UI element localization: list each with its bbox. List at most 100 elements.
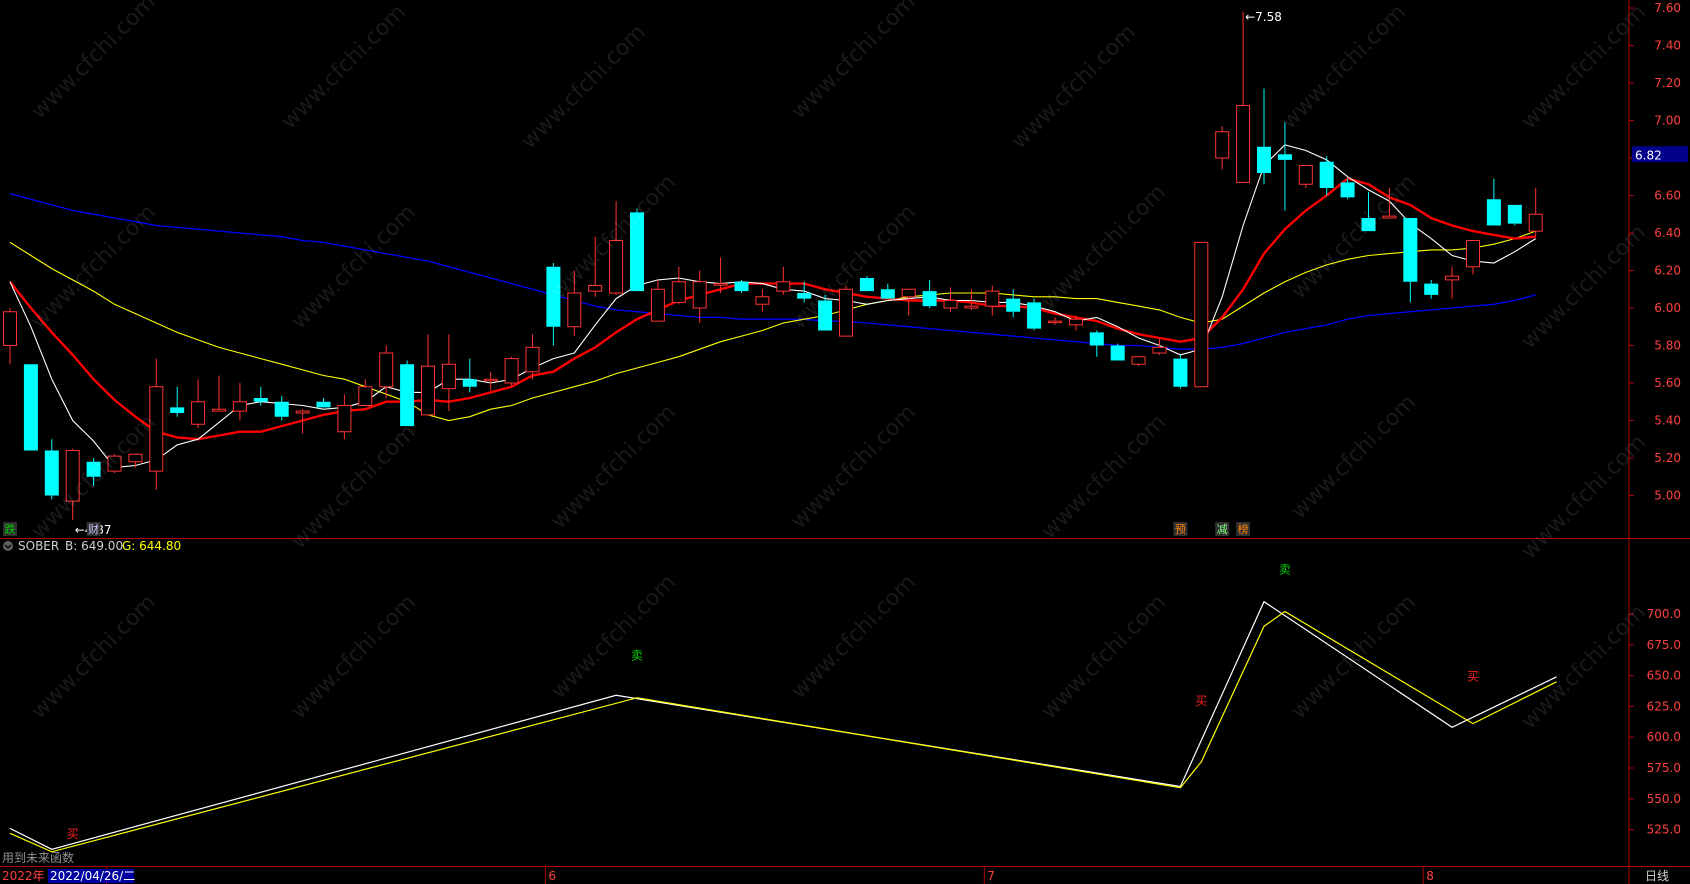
indicator-tick-label: 700.0: [1647, 607, 1681, 621]
candle[interactable]: [504, 356, 519, 387]
candle-body: [1277, 154, 1292, 160]
candle-body: [901, 288, 916, 298]
candle-body: [1152, 346, 1167, 354]
indicator-tick-label: 525.0: [1647, 823, 1681, 837]
candle-body: [1215, 131, 1230, 159]
candle[interactable]: [734, 279, 749, 293]
stock-chart[interactable]: 7.607.407.207.006.806.606.406.206.005.80…: [0, 0, 1690, 884]
candle-body: [1445, 275, 1460, 281]
candle-body: [253, 398, 268, 402]
candle-body: [232, 401, 247, 412]
candle-body: [1027, 302, 1042, 329]
candle-body: [1194, 241, 1209, 388]
price-tick-label: 7.60: [1654, 1, 1681, 15]
candle-body: [441, 363, 456, 390]
indicator-tick-label: 600.0: [1647, 730, 1681, 744]
candle[interactable]: [23, 364, 38, 451]
candle-body: [1257, 146, 1271, 173]
price-tick-label: 5.00: [1654, 489, 1681, 503]
candle-body: [734, 281, 749, 292]
candle-body: [964, 305, 979, 309]
candle-body: [1298, 165, 1313, 185]
candle[interactable]: [1131, 356, 1146, 367]
candle-body: [650, 288, 665, 322]
signal-label: 买: [67, 827, 79, 841]
indicator-b-label: B: 649.00: [65, 539, 123, 553]
candle-body: [1173, 358, 1188, 387]
candle-body: [922, 291, 937, 307]
extreme-price-annotation: ←7.58: [1245, 10, 1282, 24]
candle-body: [1068, 318, 1083, 326]
candle-body: [1403, 218, 1418, 282]
candle-body: [1486, 199, 1501, 226]
event-mark[interactable]: 预: [1175, 523, 1186, 536]
indicator-tick-label: 650.0: [1647, 669, 1681, 683]
indicator-tick-label: 625.0: [1647, 699, 1681, 713]
price-tick-label: 7.40: [1654, 39, 1681, 53]
candle-body: [274, 401, 289, 417]
price-tick-label: 5.80: [1654, 339, 1681, 353]
candle-body: [859, 278, 874, 292]
candle[interactable]: [1110, 343, 1125, 361]
candle-body: [1319, 161, 1334, 188]
indicator-menu-icon[interactable]: [3, 541, 13, 551]
candle[interactable]: [1027, 298, 1042, 331]
future-function-note: 用到未来函数: [2, 850, 74, 865]
candle-body: [880, 289, 895, 299]
candle-body: [170, 407, 185, 413]
candle-body: [985, 290, 1000, 307]
candle-body: [755, 296, 770, 305]
candle-body: [776, 281, 791, 292]
event-mark[interactable]: 财: [88, 522, 99, 536]
candle-body: [44, 450, 59, 496]
candle[interactable]: [400, 360, 415, 427]
candle-body: [295, 410, 310, 414]
candle-body: [358, 386, 373, 406]
candle[interactable]: [859, 276, 874, 292]
price-tick-label: 6.20: [1654, 264, 1681, 278]
candle-body: [525, 346, 540, 373]
candle[interactable]: [1507, 204, 1522, 226]
candle-body: [1340, 182, 1355, 198]
indicator-g-label: G: 644.80: [122, 539, 181, 553]
signal-label: 买: [1467, 670, 1479, 684]
candle-body: [379, 352, 394, 388]
price-tick-label: 7.20: [1654, 76, 1681, 90]
event-mark[interactable]: 跌: [5, 522, 16, 536]
event-mark[interactable]: 榜: [1238, 522, 1249, 536]
candle-body: [504, 358, 519, 384]
indicator-name: SOBER: [18, 539, 59, 553]
candle-body: [1466, 240, 1480, 268]
candle-body: [316, 401, 331, 408]
candle-body: [588, 285, 603, 292]
indicator-tick-label: 550.0: [1647, 792, 1681, 806]
candle[interactable]: [1298, 165, 1313, 189]
event-mark[interactable]: 减: [1217, 523, 1228, 536]
current-price-label: 6.82: [1635, 148, 1662, 162]
price-tick-label: 5.60: [1654, 376, 1681, 390]
candle-body: [713, 283, 728, 286]
period-label[interactable]: 日线: [1645, 869, 1669, 883]
candle-body: [671, 281, 686, 303]
indicator-tick-label: 575.0: [1647, 761, 1681, 775]
signal-label: 买: [1195, 694, 1207, 708]
candle[interactable]: [1173, 354, 1188, 389]
candle[interactable]: [1194, 241, 1209, 388]
candle-body: [191, 401, 206, 425]
candle-body: [212, 408, 226, 412]
candle-body: [23, 364, 38, 451]
candle-body: [692, 281, 707, 309]
candle-body: [421, 365, 435, 416]
price-tick-label: 5.40: [1654, 414, 1681, 428]
indicator-tick-label: 675.0: [1647, 638, 1681, 652]
candle-body: [483, 378, 498, 382]
candle-body: [943, 300, 958, 309]
signal-label: 卖: [631, 649, 643, 663]
month-label: 7: [987, 869, 995, 883]
candle-body: [1006, 298, 1021, 312]
month-label: 6: [548, 869, 556, 883]
candle-body: [1110, 345, 1125, 361]
price-tick-label: 6.40: [1654, 226, 1681, 240]
candle-body: [1089, 332, 1104, 346]
selected-date-label: 2022/04/26/二: [50, 869, 135, 883]
